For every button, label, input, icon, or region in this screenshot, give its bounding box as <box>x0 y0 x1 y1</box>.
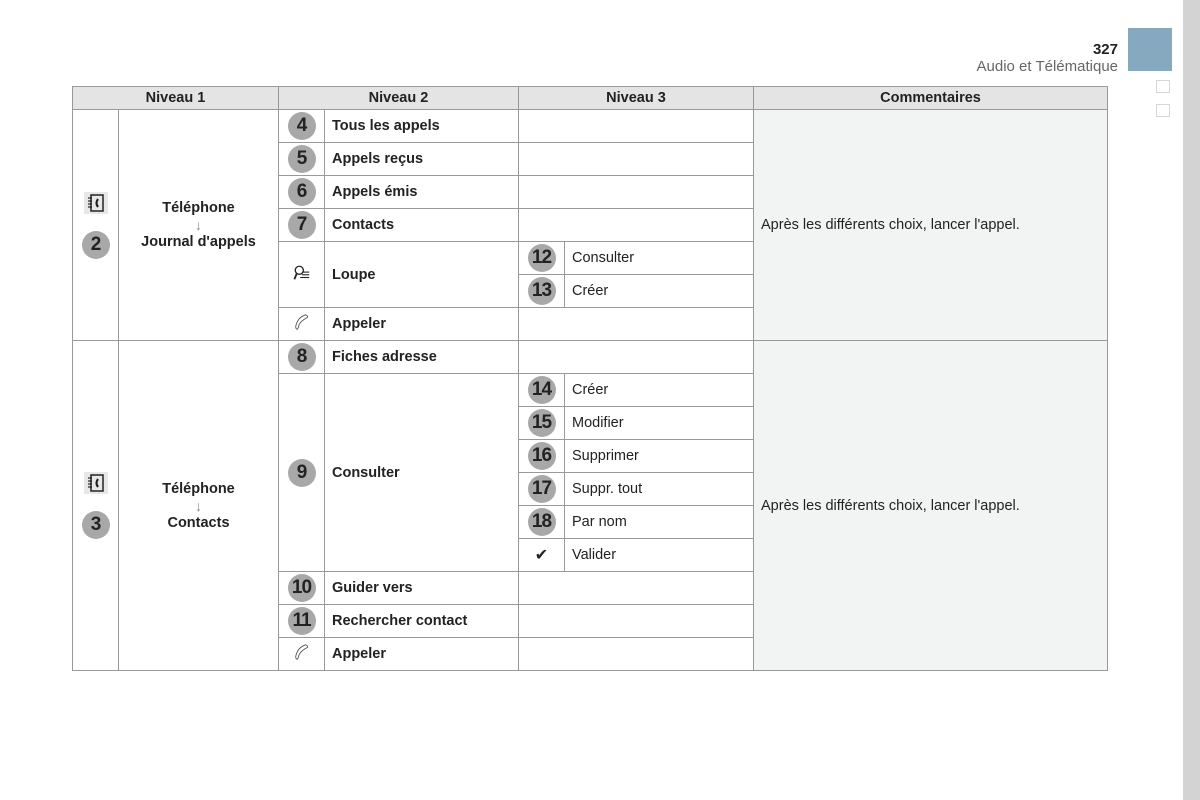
step-badge: 11 <box>287 607 316 635</box>
handset-icon <box>293 643 311 665</box>
level2-label: Appels émis <box>324 175 519 209</box>
page-number: 327 <box>1092 41 1118 58</box>
level3-empty <box>518 340 754 374</box>
checkmark-icon: ✔ <box>534 547 549 564</box>
level3-empty <box>518 637 754 671</box>
level1-title: Téléphone <box>162 480 235 497</box>
level3-label: Par nom <box>564 505 754 539</box>
phone-book-icon <box>83 472 108 494</box>
level1-title: Téléphone <box>162 200 235 216</box>
level1-subtitle: Contacts <box>167 514 230 531</box>
step-badge: 4 <box>287 112 316 140</box>
page-edge-strip <box>1183 0 1200 800</box>
step-badge: 9 <box>287 458 316 487</box>
level3-empty <box>518 307 754 341</box>
arrow-down-icon: ↓ <box>195 217 202 233</box>
step-badge: 16 <box>527 442 556 470</box>
level2-label: Guider vers <box>324 571 519 605</box>
step-badge: 3 <box>81 511 110 539</box>
level2-label: Consulter <box>324 373 519 572</box>
level2-label: Contacts <box>324 208 519 242</box>
level2-label: Fiches adresse <box>324 340 519 374</box>
column-header: Niveau 3 <box>518 86 754 110</box>
level2-label: Appels reçus <box>324 142 519 176</box>
level3-empty <box>518 208 754 242</box>
level3-empty <box>518 604 754 638</box>
column-header: Commentaires <box>753 86 1108 110</box>
step-badge: 17 <box>527 475 556 503</box>
step-badge: 7 <box>287 211 316 239</box>
level3-empty <box>518 142 754 176</box>
level1-subtitle: Journal d'appels <box>141 234 256 250</box>
table-row: 3 Téléphone ↓ Contacts 8 Fiches adresse … <box>72 340 1108 671</box>
column-header: Niveau 1 <box>72 86 279 110</box>
level1-label-cell: Téléphone ↓ Journal d'appels <box>118 109 279 341</box>
level3-label: Suppr. tout <box>564 472 754 506</box>
nav-square <box>1156 104 1170 117</box>
step-badge: 15 <box>527 409 556 437</box>
level2-label: Tous les appels <box>324 109 519 143</box>
phone-book-icon <box>83 191 108 214</box>
level3-label: Modifier <box>564 406 754 440</box>
menu-table: Niveau 1 Niveau 2 Niveau 3 Commentaires … <box>72 86 1108 671</box>
column-header: Niveau 2 <box>278 86 519 110</box>
step-badge: 13 <box>527 277 556 305</box>
step-badge: 8 <box>287 343 316 371</box>
level1-label-cell: Téléphone ↓ Contacts <box>118 340 279 671</box>
handset-icon <box>293 313 311 335</box>
level3-empty <box>518 175 754 209</box>
level1-icon-cell: 2 <box>72 109 119 341</box>
level2-label: Rechercher contact <box>324 604 519 638</box>
level1-icon-cell: 3 <box>72 340 119 671</box>
step-badge: 18 <box>527 508 556 536</box>
comment-cell: Après les différents choix, lancer l'app… <box>753 109 1108 341</box>
level3-label: Supprimer <box>564 439 754 473</box>
chapter-tab <box>1128 28 1172 71</box>
step-badge: 10 <box>287 574 316 602</box>
step-badge: 5 <box>287 145 316 173</box>
arrow-down-icon: ↓ <box>195 497 202 514</box>
step-badge: 12 <box>527 244 556 272</box>
level3-label: Valider <box>564 538 754 572</box>
comment-cell: Après les différents choix, lancer l'app… <box>753 340 1108 671</box>
level3-label: Créer <box>564 274 754 308</box>
table-row: 2 Téléphone ↓ Journal d'appels 4 Tous le… <box>72 109 1108 341</box>
search-list-icon <box>293 264 311 286</box>
level3-empty <box>518 109 754 143</box>
level2-label: Appeler <box>324 637 519 671</box>
nav-square <box>1156 80 1170 93</box>
step-badge: 6 <box>287 178 316 206</box>
step-badge: 14 <box>527 376 556 404</box>
section-title: Audio et Télématique <box>976 58 1118 75</box>
level2-label: Loupe <box>324 241 519 308</box>
level3-label: Créer <box>564 373 754 407</box>
step-badge: 2 <box>81 230 110 259</box>
level3-label: Consulter <box>564 241 754 275</box>
level2-label: Appeler <box>324 307 519 341</box>
level3-empty <box>518 571 754 605</box>
